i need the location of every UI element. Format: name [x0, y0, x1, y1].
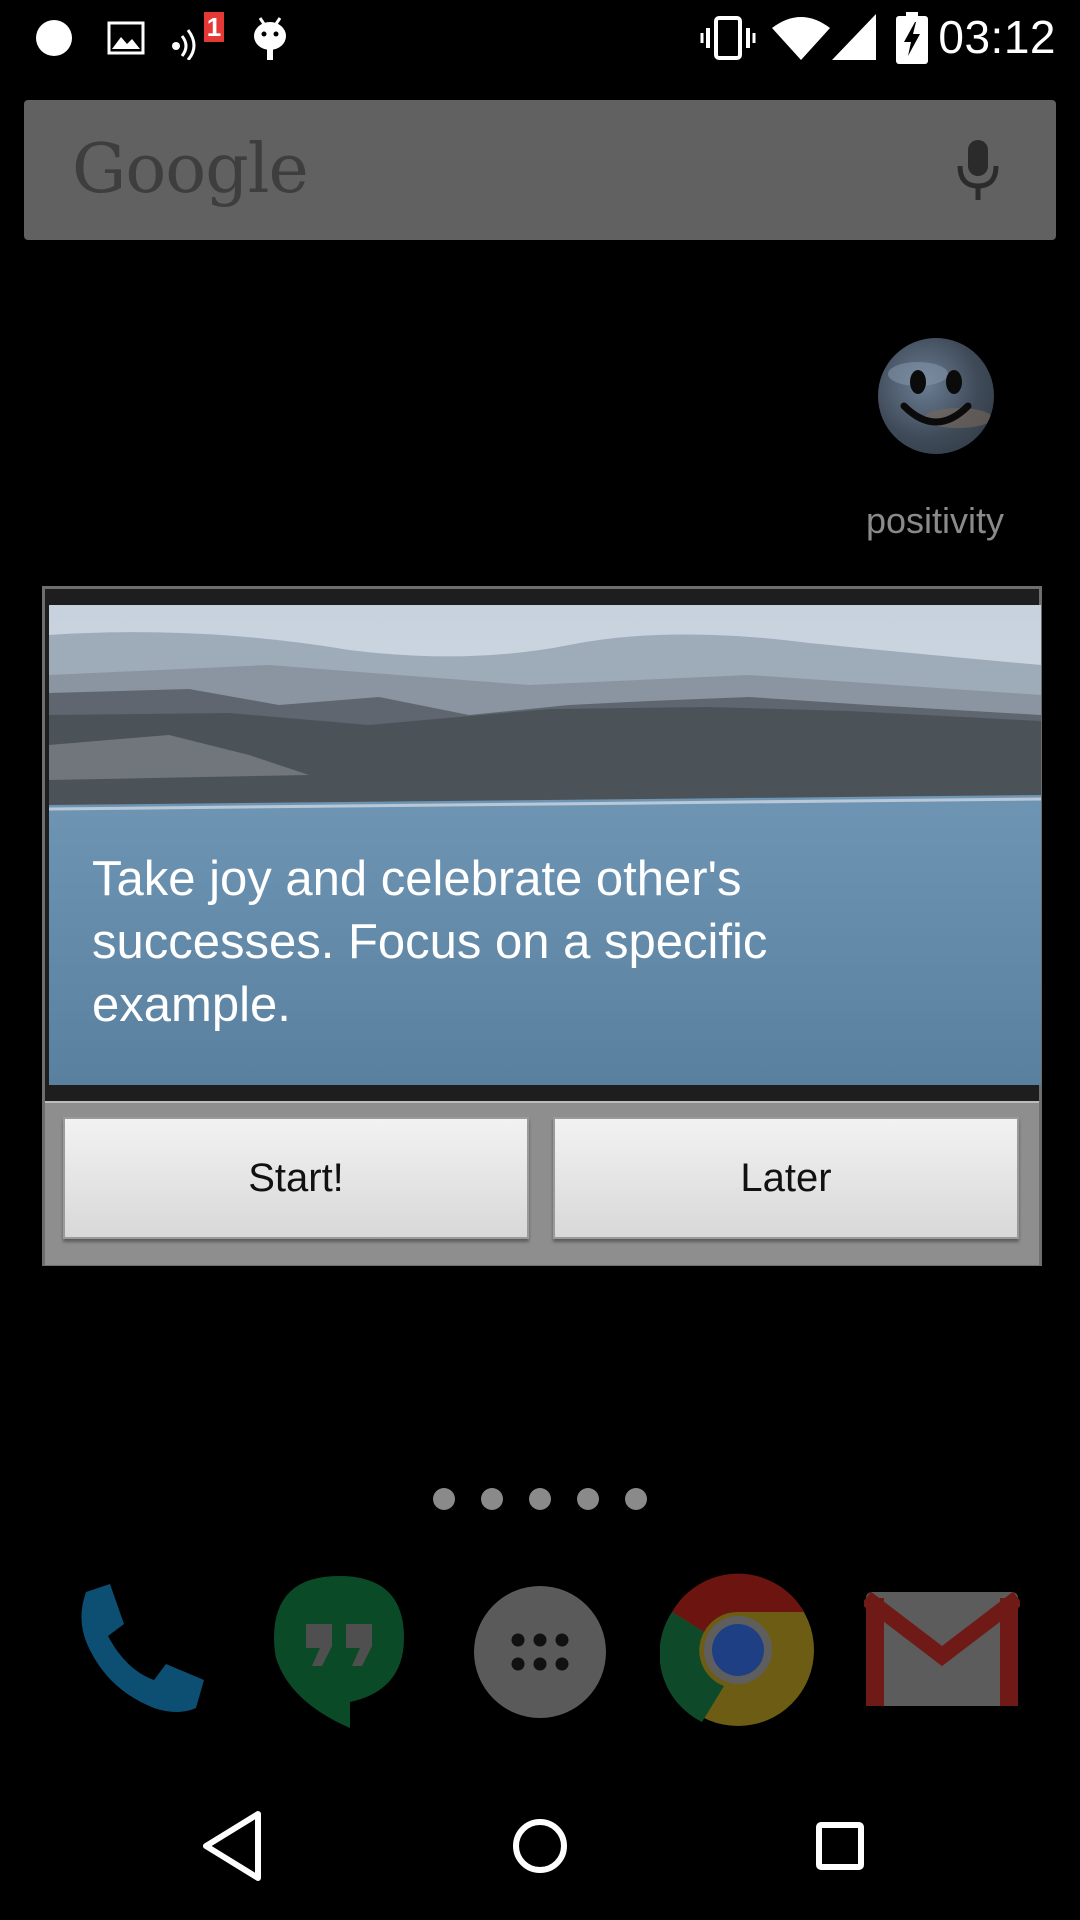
page-dot [481, 1488, 503, 1510]
vibrate-icon [700, 16, 756, 60]
recents-icon[interactable] [740, 1772, 940, 1920]
google-search-bar[interactable]: Google [24, 100, 1056, 240]
chrome-icon[interactable] [660, 1572, 816, 1728]
hangouts-icon[interactable] [270, 1572, 408, 1728]
google-logo: Google [72, 130, 309, 209]
gmail-icon[interactable] [864, 1590, 1020, 1708]
navigation-bar [0, 1772, 1080, 1920]
page-dot [577, 1488, 599, 1510]
dialog-button-bar: Start! Later [45, 1101, 1039, 1265]
later-button[interactable]: Later [553, 1117, 1019, 1239]
notification-badge: 1 [204, 12, 224, 42]
battery-charging-icon [896, 12, 928, 64]
page-indicator [0, 1488, 1080, 1512]
clock: 03:12 [938, 11, 1056, 63]
image-notification-icon [107, 21, 145, 55]
page-dot [529, 1488, 551, 1510]
smiley-face-icon[interactable] [878, 338, 994, 454]
app-label: positivity [865, 500, 1005, 541]
status-bar: 1 03:12 [0, 0, 1080, 78]
back-icon[interactable] [140, 1772, 340, 1920]
app-drawer-icon[interactable] [472, 1584, 608, 1720]
dialog-message: Take joy and celebrate other's successes… [92, 852, 768, 1032]
android-debug-icon [254, 17, 286, 60]
home-screen: 1 03:12 Google positivity Start! Later T… [0, 0, 1080, 1920]
circle-notification-icon [36, 20, 72, 56]
phone-icon[interactable] [68, 1580, 208, 1720]
microphone-icon[interactable] [954, 138, 1002, 202]
home-icon[interactable] [440, 1772, 640, 1920]
page-dot [625, 1488, 647, 1510]
cell-signal-icon [832, 14, 876, 60]
start-button[interactable]: Start! [63, 1117, 529, 1239]
page-dot [433, 1488, 455, 1510]
wifi-icon [772, 17, 830, 60]
